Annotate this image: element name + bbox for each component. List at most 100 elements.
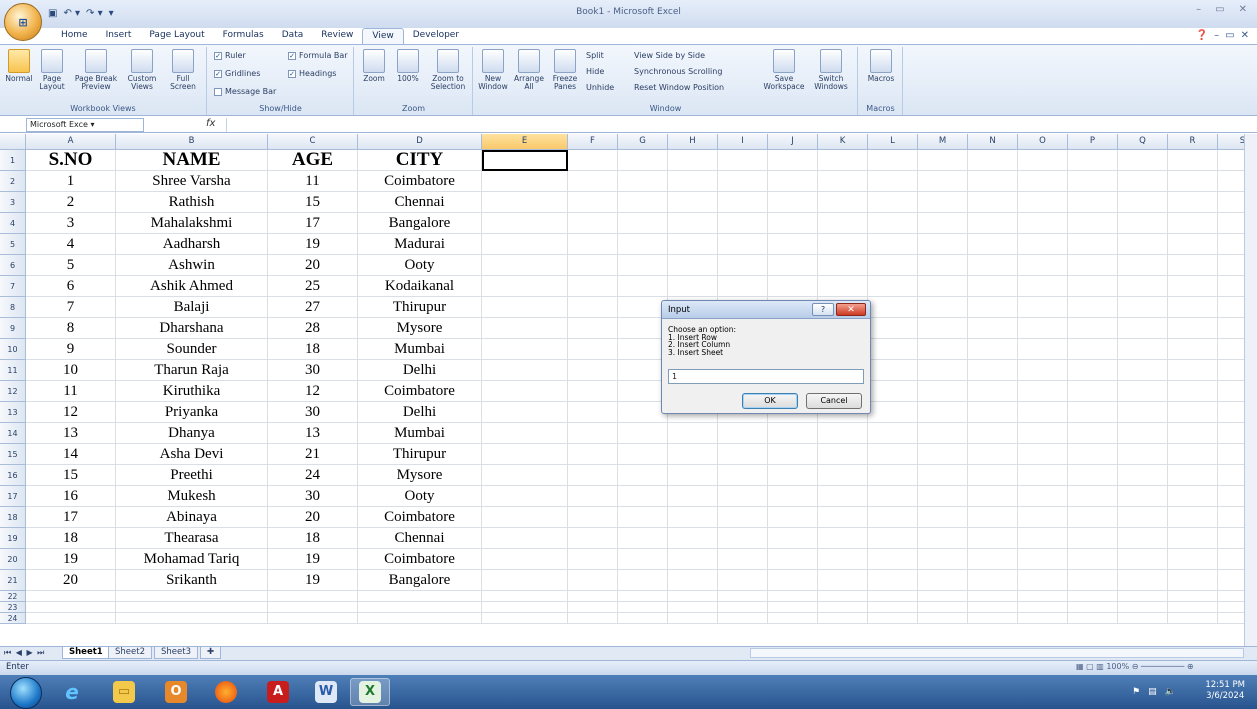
cell-c3[interactable]: 15	[268, 192, 358, 213]
cell-f23[interactable]	[568, 602, 618, 613]
cell-p9[interactable]	[1068, 318, 1118, 339]
cell-o10[interactable]	[1018, 339, 1068, 360]
cell-l14[interactable]	[868, 423, 918, 444]
cell-e15[interactable]	[482, 444, 568, 465]
cell-m13[interactable]	[918, 402, 968, 423]
cell-c10[interactable]: 18	[268, 339, 358, 360]
macros-button[interactable]: Macros	[863, 49, 899, 83]
cell-q18[interactable]	[1118, 507, 1168, 528]
cell-l2[interactable]	[868, 171, 918, 192]
cell-j16[interactable]	[768, 465, 818, 486]
cell-l17[interactable]	[868, 486, 918, 507]
cell-j2[interactable]	[768, 171, 818, 192]
cell-c5[interactable]: 19	[268, 234, 358, 255]
cell-f6[interactable]	[568, 255, 618, 276]
sheet-tab-1[interactable]: Sheet1	[62, 647, 110, 659]
cell-b20[interactable]: Mohamad Tariq	[116, 549, 268, 570]
cell-q14[interactable]	[1118, 423, 1168, 444]
cell-q9[interactable]	[1118, 318, 1168, 339]
column-header-q[interactable]: Q	[1118, 134, 1168, 150]
cell-f15[interactable]	[568, 444, 618, 465]
cell-l6[interactable]	[868, 255, 918, 276]
column-header-i[interactable]: I	[718, 134, 768, 150]
cell-d18[interactable]: Coimbatore	[358, 507, 482, 528]
column-header-a[interactable]: A	[26, 134, 116, 150]
cell-c15[interactable]: 21	[268, 444, 358, 465]
cell-c11[interactable]: 30	[268, 360, 358, 381]
column-header-n[interactable]: N	[968, 134, 1018, 150]
cell-k16[interactable]	[818, 465, 868, 486]
cell-n11[interactable]	[968, 360, 1018, 381]
cell-l4[interactable]	[868, 213, 918, 234]
column-header-k[interactable]: K	[818, 134, 868, 150]
cell-d6[interactable]: Ooty	[358, 255, 482, 276]
row-header[interactable]: 11	[0, 360, 26, 381]
sheet-tab-3[interactable]: Sheet3	[154, 647, 198, 659]
cell-n19[interactable]	[968, 528, 1018, 549]
cell-d12[interactable]: Coimbatore	[358, 381, 482, 402]
cell-a19[interactable]: 18	[26, 528, 116, 549]
cell-m8[interactable]	[918, 297, 968, 318]
cell-o7[interactable]	[1018, 276, 1068, 297]
cell-c16[interactable]: 24	[268, 465, 358, 486]
cell-r7[interactable]	[1168, 276, 1218, 297]
cell-p21[interactable]	[1068, 570, 1118, 591]
full-screen-button[interactable]: Full Screen	[164, 49, 202, 91]
cell-p20[interactable]	[1068, 549, 1118, 570]
row-header[interactable]: 22	[0, 591, 26, 602]
cell-j17[interactable]	[768, 486, 818, 507]
cell-d5[interactable]: Madurai	[358, 234, 482, 255]
cell-p12[interactable]	[1068, 381, 1118, 402]
cell-c18[interactable]: 20	[268, 507, 358, 528]
taskbar-excel[interactable]: X	[350, 678, 390, 706]
cell-s6[interactable]	[1218, 255, 1244, 276]
cell-e18[interactable]	[482, 507, 568, 528]
tab-formulas[interactable]: Formulas	[214, 28, 273, 45]
cell-p22[interactable]	[1068, 591, 1118, 602]
freeze-panes-button[interactable]: Freeze Panes	[548, 49, 582, 91]
cell-q6[interactable]	[1118, 255, 1168, 276]
cell-o8[interactable]	[1018, 297, 1068, 318]
cell-i17[interactable]	[718, 486, 768, 507]
cell-b1[interactable]: NAME	[116, 150, 268, 171]
cell-b5[interactable]: Aadharsh	[116, 234, 268, 255]
cell-d17[interactable]: Ooty	[358, 486, 482, 507]
cell-e13[interactable]	[482, 402, 568, 423]
cell-l22[interactable]	[868, 591, 918, 602]
cell-a11[interactable]: 10	[26, 360, 116, 381]
cell-s21[interactable]	[1218, 570, 1244, 591]
cell-g23[interactable]	[618, 602, 668, 613]
cell-a23[interactable]	[26, 602, 116, 613]
cell-i21[interactable]	[718, 570, 768, 591]
cell-c21[interactable]: 19	[268, 570, 358, 591]
cell-d8[interactable]: Thirupur	[358, 297, 482, 318]
column-header-g[interactable]: G	[618, 134, 668, 150]
cell-n3[interactable]	[968, 192, 1018, 213]
taskbar-file-explorer[interactable]: ▭	[104, 678, 144, 706]
cell-p17[interactable]	[1068, 486, 1118, 507]
cell-a7[interactable]: 6	[26, 276, 116, 297]
tab-page-layout[interactable]: Page Layout	[140, 28, 213, 45]
cell-e16[interactable]	[482, 465, 568, 486]
cell-a16[interactable]: 15	[26, 465, 116, 486]
cell-m3[interactable]	[918, 192, 968, 213]
cell-q16[interactable]	[1118, 465, 1168, 486]
cell-l18[interactable]	[868, 507, 918, 528]
cell-b13[interactable]: Priyanka	[116, 402, 268, 423]
horizontal-scrollbar[interactable]	[750, 648, 1244, 658]
cell-h7[interactable]	[668, 276, 718, 297]
gridlines-checkbox[interactable]: ✓ Gridlines	[214, 69, 260, 78]
cell-n20[interactable]	[968, 549, 1018, 570]
column-header-h[interactable]: H	[668, 134, 718, 150]
cell-k17[interactable]	[818, 486, 868, 507]
cell-p2[interactable]	[1068, 171, 1118, 192]
cell-d23[interactable]	[358, 602, 482, 613]
cell-k5[interactable]	[818, 234, 868, 255]
row-header[interactable]: 20	[0, 549, 26, 570]
cell-d10[interactable]: Mumbai	[358, 339, 482, 360]
cell-h15[interactable]	[668, 444, 718, 465]
taskbar-outlook[interactable]: O	[156, 678, 196, 706]
normal-view-button[interactable]: Normal	[4, 49, 34, 83]
cell-m9[interactable]	[918, 318, 968, 339]
cell-i22[interactable]	[718, 591, 768, 602]
